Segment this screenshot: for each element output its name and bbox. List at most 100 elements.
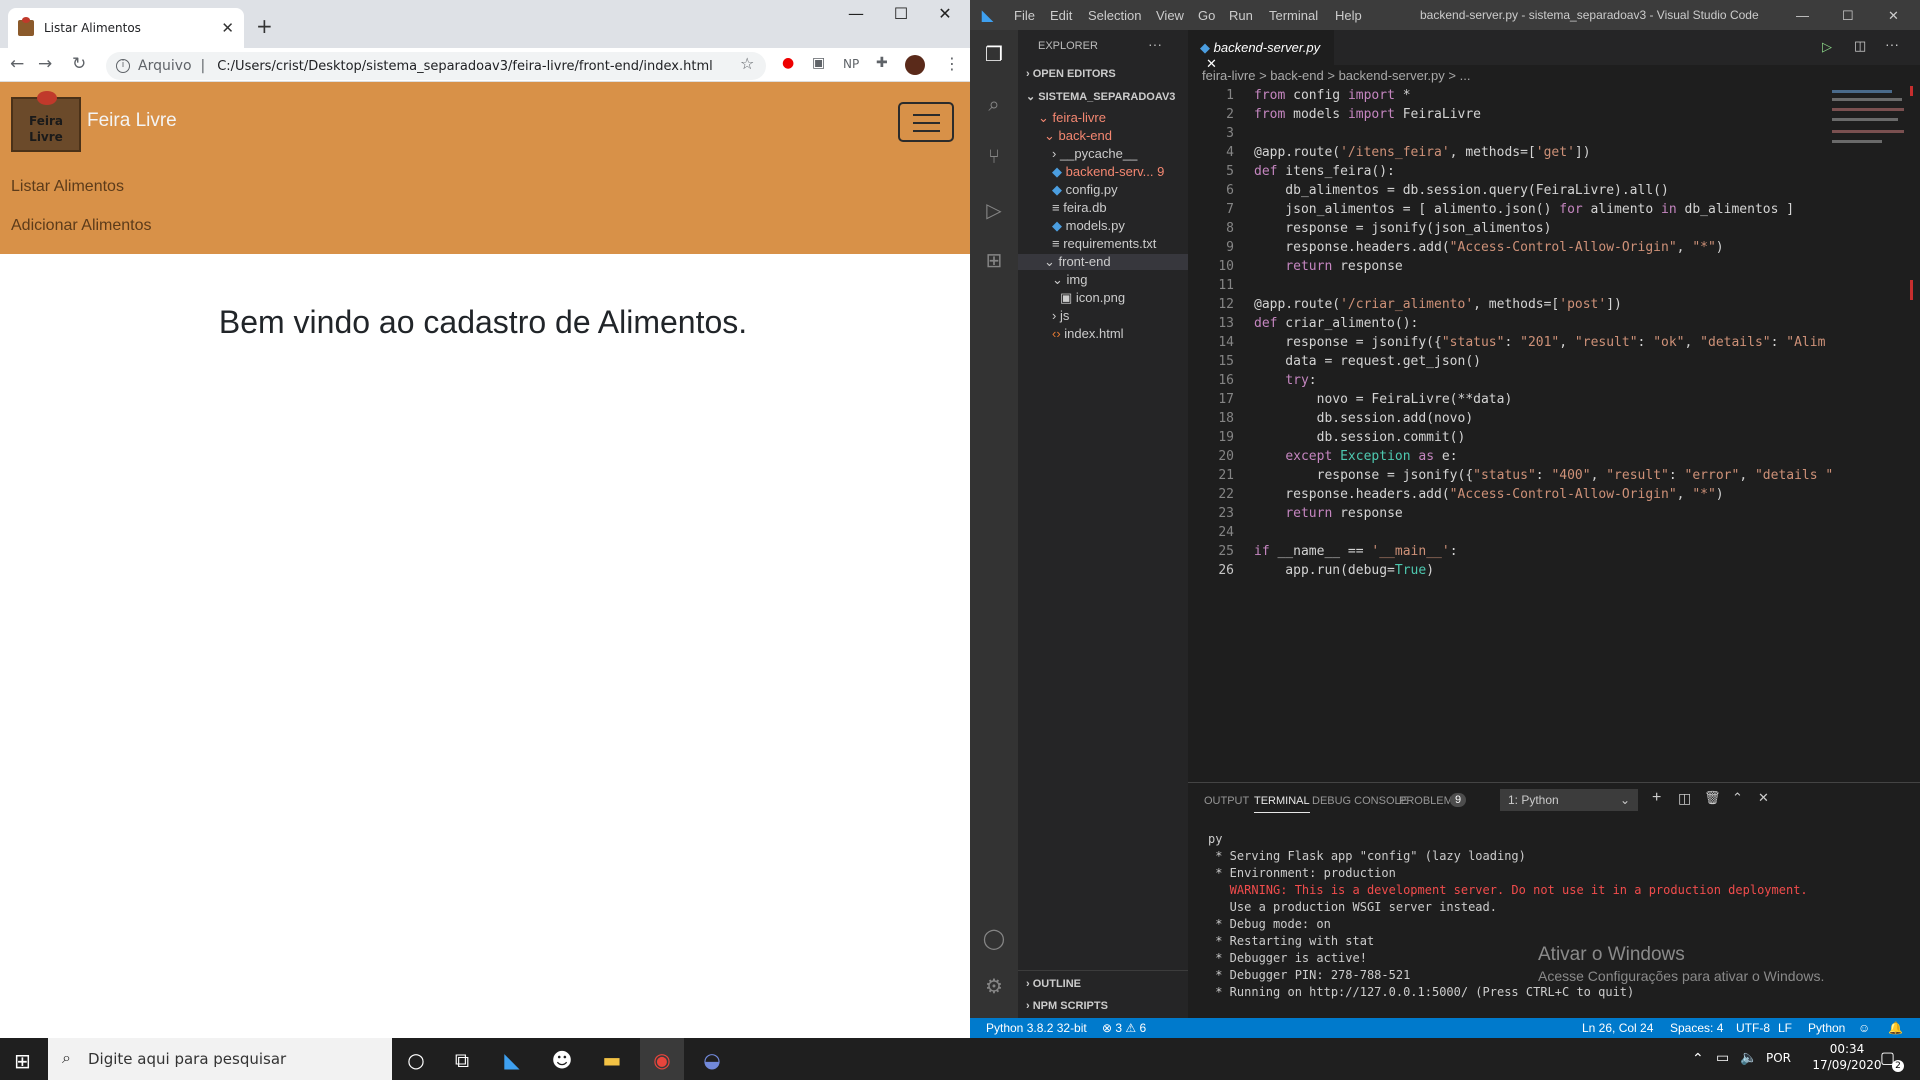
maximize-icon[interactable]: ☐ [878,4,924,23]
bookmark-star-icon[interactable]: ☆ [740,54,754,73]
extension-icon[interactable]: ▣ [812,55,825,71]
tree-item[interactable]: › __pycache__ [1052,146,1137,161]
tree-item[interactable]: ◆ models.py [1052,218,1125,234]
code-line[interactable]: response = jsonify({"status": "400", "re… [1254,466,1834,485]
vscode-close-icon[interactable]: ✕ [1888,8,1899,24]
opera-extension-icon[interactable]: ● [782,55,794,71]
outline-section[interactable]: › OUTLINE [1026,978,1081,990]
code-line[interactable]: novo = FeiraLivre(**data) [1254,390,1513,409]
menu-help[interactable]: Help [1335,8,1362,23]
menu-edit[interactable]: Edit [1050,8,1072,23]
npm-scripts-section[interactable]: › NPM SCRIPTS [1026,1000,1108,1012]
address-bar[interactable]: i Arquivo | C:/Users/crist/Desktop/siste… [106,52,766,80]
code-line[interactable]: response = jsonify(json_alimentos) [1254,219,1551,238]
new-terminal-icon[interactable]: + [1652,789,1661,807]
editor-more-icon[interactable]: ··· [1885,36,1899,52]
code-line[interactable]: return response [1254,257,1402,276]
maximize-panel-icon[interactable]: ⌃ [1732,790,1743,806]
breadcrumb[interactable]: feira-livre > back-end > backend-server.… [1202,68,1470,83]
menu-view[interactable]: View [1156,8,1184,23]
code-line[interactable]: db.session.add(novo) [1254,409,1474,428]
panel-tab-output[interactable]: OUTPUT [1204,795,1249,807]
tree-item[interactable]: › js [1052,308,1069,323]
code-line[interactable]: data = request.get_json() [1254,352,1481,371]
extensions-icon[interactable]: ⊞ [982,248,1006,272]
vscode-minimize-icon[interactable]: — [1796,8,1809,23]
code-line[interactable]: response = jsonify({"status": "201", "re… [1254,333,1825,352]
back-icon[interactable]: ← [10,54,24,74]
chrome-taskbar-icon[interactable]: ◉ [640,1038,684,1080]
code-line[interactable]: def itens_feira(): [1254,162,1395,181]
workspace-section[interactable]: ⌄ SISTEMA_SEPARADOAV3 [1026,90,1175,103]
navbar-toggler-button[interactable] [898,102,954,142]
code-line[interactable]: response.headers.add("Access-Control-All… [1254,485,1723,504]
code-line[interactable]: db.session.commit() [1254,428,1466,447]
game-icon[interactable]: ☻ [540,1048,584,1072]
new-tab-button[interactable]: + [256,14,273,38]
bell-icon[interactable]: 🔔 [1888,1021,1903,1035]
account-icon[interactable]: ◯ [982,926,1006,950]
code-line[interactable]: db_alimentos = db.session.query(FeiraLiv… [1254,181,1669,200]
code-line[interactable]: except Exception as e: [1254,447,1457,466]
language-indicator[interactable]: POR [1766,1051,1791,1065]
code-line[interactable]: return response [1254,504,1402,523]
tab-close-icon[interactable]: ✕ [221,19,234,37]
code-line[interactable]: if __name__ == '__main__': [1254,542,1458,561]
settings-gear-icon[interactable]: ⚙ [982,974,1006,998]
code-line[interactable]: app.run(debug=True) [1254,561,1434,580]
problems-status[interactable]: ⊗ 3 ⚠ 6 [1102,1021,1146,1035]
tree-item[interactable]: ▣ icon.png [1060,290,1125,306]
discord-icon[interactable]: ◒ [690,1048,734,1072]
trash-icon[interactable]: 🗑 [1704,790,1721,806]
network-icon[interactable]: ▭ [1716,1050,1729,1066]
menu-terminal[interactable]: Terminal [1269,8,1318,23]
panel-tab-debug-console[interactable]: DEBUG CONSOLE [1312,795,1408,807]
run-file-icon[interactable]: ▷ [1822,39,1832,55]
code-line[interactable]: from models import FeiraLivre [1254,105,1481,124]
task-view-icon[interactable]: ⧉ [440,1048,484,1072]
close-panel-icon[interactable]: ✕ [1758,790,1769,806]
tree-item[interactable]: ‹› index.html [1052,326,1124,341]
menu-selection[interactable]: Selection [1088,8,1141,23]
clock[interactable]: 00:34 17/09/2020 [1810,1042,1884,1072]
tree-item[interactable]: ≡ requirements.txt [1052,236,1156,251]
tree-item[interactable]: ◆ config.py [1052,182,1118,198]
run-debug-icon[interactable]: ▷ [982,198,1006,222]
python-interpreter[interactable]: Python 3.8.2 32-bit [986,1021,1087,1035]
forward-icon[interactable]: → [38,54,52,74]
site-logo[interactable]: Feira Livre [11,91,81,152]
code-line[interactable]: def criar_alimento(): [1254,314,1418,333]
browser-tab[interactable]: Listar Alimentos ✕ [8,8,244,48]
menu-kebab-icon[interactable]: ⋮ [944,54,960,73]
close-icon[interactable]: ✕ [922,4,968,23]
tree-item[interactable]: ⌄ back-end [1044,128,1112,144]
menu-file[interactable]: File [1014,8,1035,23]
vscode-taskbar-icon[interactable]: ◣ [490,1048,534,1072]
code-line[interactable]: json_alimentos = [ alimento.json() for a… [1254,200,1794,219]
encoding[interactable]: UTF-8 [1736,1021,1770,1035]
tree-item[interactable]: ⌄ front-end [1018,254,1188,270]
code-line[interactable]: response.headers.add("Access-Control-All… [1254,238,1723,257]
code-line[interactable]: from config import * [1254,86,1411,105]
feedback-icon[interactable]: ☺ [1858,1021,1870,1035]
cursor-position[interactable]: Ln 26, Col 24 [1582,1021,1653,1035]
info-icon[interactable]: i [116,59,130,73]
tree-item[interactable]: ⌄ img [1052,272,1087,288]
minimap[interactable] [1828,86,1908,182]
indentation[interactable]: Spaces: 4 [1670,1021,1723,1035]
code-line[interactable]: @app.route('/criar_alimento', methods=['… [1254,295,1622,314]
editor-tab-backend-server[interactable]: ◆ backend-server.py ✕ [1188,30,1334,71]
nav-link-adicionar[interactable]: Adicionar Alimentos [11,217,152,235]
more-actions-icon[interactable]: ··· [1148,36,1162,52]
eol[interactable]: LF [1778,1021,1792,1035]
avatar[interactable] [905,55,925,75]
search-icon[interactable]: ⌕ [982,94,1006,118]
nav-link-listar[interactable]: Listar Alimentos [11,178,124,196]
tree-item[interactable]: ◆ backend-serv... 9 [1052,164,1164,180]
tray-chevron-icon[interactable]: ⌃ [1692,1051,1704,1067]
taskbar-search[interactable]: ⌕ Digite aqui para pesquisar [48,1038,392,1080]
code-line[interactable]: @app.route('/itens_feira', methods=['get… [1254,143,1591,162]
menu-go[interactable]: Go [1198,8,1215,23]
tree-item[interactable]: ≡ feira.db [1052,200,1107,215]
split-editor-icon[interactable]: ◫ [1854,38,1866,54]
